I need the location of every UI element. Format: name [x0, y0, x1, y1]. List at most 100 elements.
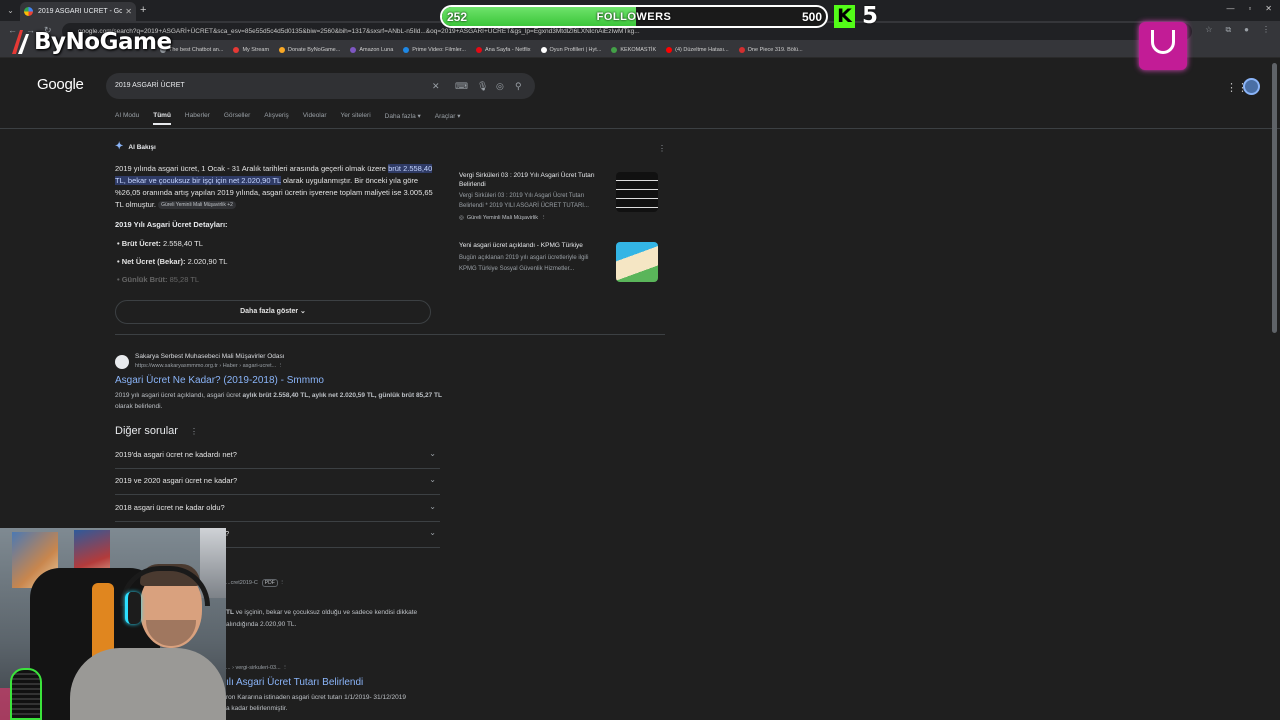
result-snippet: TL ve işçinin, bekar ve çocuksuz olduğu … — [226, 607, 441, 631]
new-tab-button[interactable]: + — [140, 4, 146, 16]
minimize-icon[interactable]: — — [1226, 4, 1234, 13]
card-thumbnail — [616, 242, 658, 282]
card-thumbnail — [616, 172, 658, 212]
followers-goal: 500 — [801, 10, 822, 24]
extensions-icon[interactable]: ⧉ — [1225, 25, 1231, 35]
list-key: Günlük Brüt: — [121, 275, 168, 284]
chevron-down-icon: ⌄ — [429, 502, 436, 511]
search-tabs: AI Modu Tümü Haberler Görseller Alışveri… — [115, 112, 461, 125]
bookmark-favicon-icon — [279, 46, 286, 53]
result-url: ...cret2019-C PDF ⋮ — [226, 579, 285, 587]
list-key: Net Ücret (Bekar): — [121, 257, 186, 266]
ai-overview-menu-icon[interactable]: ⋮ — [658, 144, 666, 153]
search-input[interactable]: 2019 ASGARİ ÜCRET — [115, 82, 185, 89]
browser-tab-active[interactable]: 2019 ASGARİ ÜCRET - Google Sea... ✕ — [20, 2, 136, 21]
lens-camera-icon[interactable]: ◎ — [496, 80, 504, 92]
list-value: 85,28 TL — [167, 275, 200, 284]
people-also-ask-title: Diğer sorular — [115, 425, 178, 437]
search-box[interactable]: 2019 ASGARİ ÜCRET ✕ ⌨ 🎙 ◎ ⚲ — [106, 73, 535, 99]
bookmark-star-icon[interactable]: ☆ — [1205, 25, 1212, 35]
bookmark-item[interactable]: Amazon Luna — [350, 46, 394, 53]
bookmark-favicon-icon — [350, 46, 357, 53]
result-menu-icon[interactable]: ⋮ — [278, 363, 284, 369]
card-title: Vergi Sirküleri 03 : 2019 Yılı Asgari Üc… — [459, 172, 595, 188]
result-title-link[interactable]: ılı Asgari Ücret Tutarı Belirlendi — [226, 677, 363, 688]
bookmark-favicon-icon — [540, 46, 547, 53]
bookmark-item[interactable]: Oyun Profilleri | Hyt... — [540, 46, 601, 53]
result-url: ... › vergi-sirkuleri-03... ⋮ — [226, 665, 288, 671]
bookmark-item[interactable]: Ana Sayfa - Netflix — [475, 46, 531, 53]
microphone-icon[interactable]: 🎙 — [477, 80, 488, 92]
snippet-part: ve işçinin, bekar ve çocuksuz olduğu ve … — [233, 609, 418, 616]
ai-subheading: 2019 Yılı Asgari Ücret Detayları: — [115, 220, 228, 229]
bookmark-item[interactable]: My Stream — [233, 46, 270, 53]
close-window-icon[interactable]: ✕ — [1265, 4, 1272, 13]
bookmark-favicon-icon — [738, 46, 745, 53]
tab-ai-mode[interactable]: AI Modu — [115, 112, 139, 120]
card-menu-icon[interactable]: ⋮ — [541, 215, 547, 221]
tab-all[interactable]: Tümü — [153, 112, 171, 125]
list-value: 2.558,40 TL — [160, 239, 203, 248]
channel-logo: ByNoGame — [8, 28, 172, 56]
streamer-webcam — [0, 528, 226, 720]
bookmark-item[interactable]: One Piece 319. Bölü... — [738, 46, 803, 53]
ai-detail-list: Brüt Ücret: 2.558,40 TL Net Ücret (Bekar… — [117, 239, 228, 293]
paa-question[interactable]: 2019 ve 2020 asgari ücret ne kadar? ⌄ — [115, 469, 440, 495]
paa-question[interactable]: 2019'da asgari ücret ne kadardı net? ⌄ — [115, 443, 440, 469]
tab-more[interactable]: Daha fazla ▾ — [385, 112, 421, 120]
tab-shopping[interactable]: Alışveriş — [264, 112, 289, 120]
show-more-button[interactable]: Daha fazla göster ⌄ — [115, 300, 431, 324]
result-title-link[interactable]: Asgari Ücret Ne Kadar? (2019-2018) - Smm… — [115, 375, 324, 386]
section-divider — [115, 334, 665, 335]
page-scrollbar[interactable] — [1272, 63, 1277, 333]
paa-question[interactable]: 2018 asgari ücret ne kadar oldu? ⌄ — [115, 496, 440, 522]
microphone — [10, 668, 42, 720]
bookmark-item[interactable]: KEKOMASTİK — [611, 46, 656, 53]
paa-menu-icon[interactable]: ⋮ — [190, 427, 198, 436]
keyboard-icon[interactable]: ⌨ — [455, 80, 468, 92]
card-source-name: Güreli Yeminli Mali Müşavirlik — [466, 215, 539, 221]
channel-name: ByNoGame — [34, 29, 172, 55]
browser-menu-icon[interactable]: ⋮ — [1262, 25, 1270, 35]
profile-icon[interactable]: ● — [1244, 25, 1249, 35]
account-avatar[interactable] — [1243, 78, 1260, 95]
show-more-label: Daha fazla göster — [240, 308, 299, 315]
tab-places[interactable]: Yer siteleri — [341, 112, 371, 120]
streamer-shirt — [70, 648, 226, 720]
snippet-part: 2019 yılı asgari ücret açıklandı, asgari… — [115, 392, 243, 399]
search-icon[interactable]: ⚲ — [515, 80, 522, 92]
bookmark-item[interactable]: Donate ByNoGame... — [279, 46, 341, 53]
result-url-text: https://www.sakaryasmmmo.org.tr › Haber … — [135, 363, 277, 369]
tab-tools[interactable]: Araçlar ▾ — [435, 112, 461, 120]
bookmark-item[interactable]: (4) Düzeltme Hatası... — [666, 46, 729, 53]
bookmark-favicon-icon — [611, 46, 618, 53]
maximize-icon[interactable]: ▫ — [1248, 4, 1251, 13]
ai-source-chip[interactable]: Güreli Yeminli Mali Müşavirlik +2 — [158, 201, 236, 210]
bookmarks-bar: The best Chatbot an... My Stream Donate By… — [0, 42, 1280, 58]
bookmark-label: Donate ByNoGame... — [288, 46, 341, 53]
channel-mark-icon — [12, 30, 29, 54]
card-snippet: Bugün açıklanan 2019 yılı asgari ücretle… — [459, 255, 589, 261]
tab-images[interactable]: Görseller — [224, 112, 250, 120]
ai-source-card[interactable]: Yeni asgari ücret açıklandı - KPMG Türki… — [451, 242, 661, 289]
snippet-part: ron Kararına istinaden asgari ücret tuta… — [226, 694, 406, 701]
tab-videos[interactable]: Videolar — [303, 112, 327, 120]
result-menu-icon[interactable]: ⋮ — [282, 665, 288, 671]
clear-search-icon[interactable]: ✕ — [432, 80, 440, 92]
tab-news[interactable]: Haberler — [185, 112, 210, 120]
sparkle-icon: ✦ — [115, 141, 124, 152]
paa-question-text: 2019 ve 2020 asgari ücret ne kadar? — [115, 476, 238, 485]
result-menu-icon[interactable]: ⋮ — [279, 580, 285, 586]
ai-overview-title: AI Bakışı — [128, 143, 156, 151]
tab-close-icon[interactable]: ✕ — [125, 7, 132, 16]
google-logo[interactable]: Google — [37, 76, 84, 93]
headset-earcup — [125, 592, 141, 624]
tab-search-icon[interactable]: ⌄ — [4, 4, 17, 17]
bookmark-item[interactable]: Prime Video: Filmler... — [403, 46, 466, 53]
paa-question-text: 2019'da asgari ücret ne kadardı net? — [115, 450, 237, 459]
bookmark-label: Amazon Luna — [359, 46, 394, 53]
tab-title: 2019 ASGARİ ÜCRET - Google Sea... — [38, 8, 123, 15]
bookmark-label: My Stream — [242, 46, 270, 53]
ai-source-card[interactable]: Vergi Sirküleri 03 : 2019 Yılı Asgari Üc… — [451, 172, 661, 221]
bookmark-label: Prime Video: Filmler... — [412, 46, 466, 53]
